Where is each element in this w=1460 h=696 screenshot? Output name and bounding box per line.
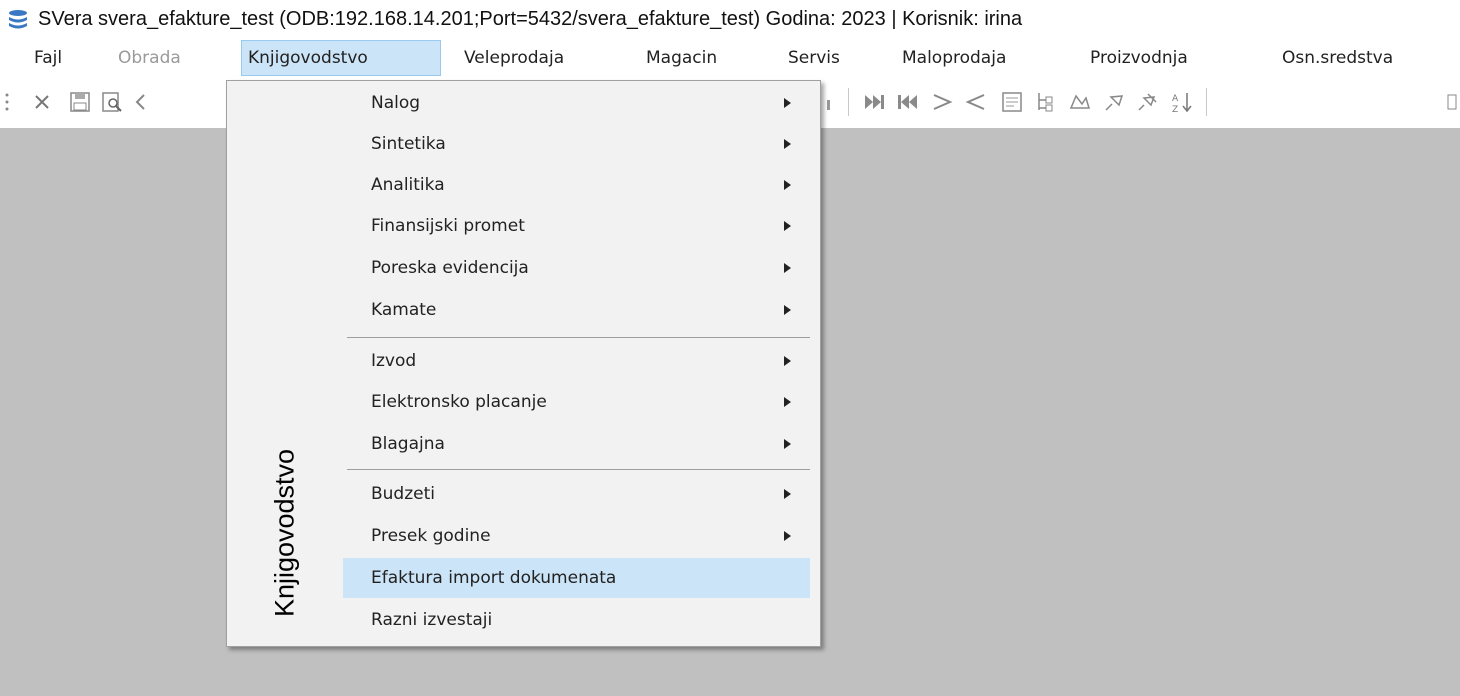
grip-icon[interactable]	[2, 90, 12, 114]
submenu-arrow-icon	[784, 489, 791, 499]
menu-separator	[347, 469, 810, 470]
submenu-arrow-icon	[784, 139, 791, 149]
document-icon[interactable]	[1000, 90, 1024, 114]
save-icon[interactable]	[68, 90, 92, 114]
menu-item-efaktura-import[interactable]: Efaktura import dokumenata	[343, 558, 810, 598]
menu-item-blagajna[interactable]: Blagajna	[343, 424, 810, 464]
menu-item-sintetika[interactable]: Sintetika	[343, 124, 810, 164]
svg-text:A: A	[1172, 94, 1179, 104]
menu-obrada[interactable]: Obrada	[112, 40, 187, 76]
menu-veleprodaja[interactable]: Veleprodaja	[458, 40, 570, 76]
menu-side-band: Knjigovodstvo	[227, 81, 343, 646]
menu-item-label: Nalog	[371, 93, 421, 113]
menu-fajl[interactable]: Fajl	[28, 40, 68, 76]
submenu-arrow-icon	[784, 439, 791, 449]
menu-item-label: Razni izvestaji	[371, 610, 493, 630]
menu-bar: Fajl Obrada Knjigovodstvo Veleprodaja Ma…	[0, 40, 1460, 76]
menu-item-label: Finansijski promet	[371, 216, 525, 236]
toolbar-separator	[1206, 88, 1207, 116]
submenu-arrow-icon	[784, 397, 791, 407]
menu-item-izvod[interactable]: Izvod	[343, 341, 810, 381]
tree-icon[interactable]	[1034, 90, 1058, 114]
back-icon[interactable]	[130, 90, 154, 114]
menu-item-label: Sintetika	[371, 134, 446, 154]
menu-magacin[interactable]: Magacin	[640, 40, 723, 76]
menu-separator	[347, 337, 810, 338]
menu-item-label: Efaktura import dokumenata	[371, 568, 617, 588]
menu-item-budzeti[interactable]: Budzeti	[343, 474, 810, 514]
menu-item-finansijski-promet[interactable]: Finansijski promet	[343, 206, 810, 246]
menu-item-nalog[interactable]: Nalog	[343, 83, 810, 123]
menu-item-label: Budzeti	[371, 484, 435, 504]
more-icon[interactable]	[1444, 90, 1458, 114]
less-icon[interactable]	[964, 90, 988, 114]
menu-item-label: Kamate	[371, 300, 437, 320]
menu-proizvodnja[interactable]: Proizvodnja	[1084, 40, 1194, 76]
image-icon[interactable]	[1068, 90, 1092, 114]
menu-item-label: Izvod	[371, 351, 417, 371]
menu-side-label: Knjigovodstvo	[269, 448, 300, 618]
submenu-arrow-icon	[784, 98, 791, 108]
menu-item-label: Elektronsko placanje	[371, 392, 547, 412]
menu-item-razni-izvestaji[interactable]: Razni izvestaji	[343, 600, 810, 640]
menu-item-label: Poreska evidencija	[371, 258, 529, 278]
close-icon[interactable]	[30, 90, 54, 114]
menu-item-label: Analitika	[371, 175, 445, 195]
pin-icon[interactable]	[1102, 90, 1126, 114]
submenu-arrow-icon	[784, 180, 791, 190]
menu-item-label: Blagajna	[371, 434, 445, 454]
submenu-arrow-icon	[784, 263, 791, 273]
submenu-arrow-icon	[784, 531, 791, 541]
menu-item-analitika[interactable]: Analitika	[343, 165, 810, 205]
first-record-icon[interactable]	[896, 90, 920, 114]
submenu-arrow-icon	[784, 305, 791, 315]
toolbar-separator	[848, 88, 849, 116]
print-preview-icon[interactable]	[100, 90, 124, 114]
menu-knjigovodstvo[interactable]: Knjigovodstvo	[241, 40, 441, 76]
greater-icon[interactable]	[930, 90, 954, 114]
sort-az-icon[interactable]: A Z	[1170, 90, 1194, 114]
title-bar: SVera svera_efakture_test (ODB:192.168.1…	[0, 0, 1460, 40]
chart-icon[interactable]	[824, 90, 848, 114]
last-record-icon[interactable]	[862, 90, 886, 114]
multi-pin-icon[interactable]	[1136, 90, 1160, 114]
window-title: SVera svera_efakture_test (ODB:192.168.1…	[38, 8, 1023, 30]
menu-servis[interactable]: Servis	[782, 40, 846, 76]
menu-osn-sredstva[interactable]: Osn.sredstva	[1276, 40, 1399, 76]
submenu-arrow-icon	[784, 356, 791, 366]
database-icon	[9, 10, 27, 29]
menu-item-elektronsko-placanje[interactable]: Elektronsko placanje	[343, 382, 810, 422]
menu-item-kamate[interactable]: Kamate	[343, 290, 810, 330]
menu-maloprodaja[interactable]: Maloprodaja	[896, 40, 1012, 76]
svg-text:Z: Z	[1172, 105, 1178, 114]
menu-item-poreska-evidencija[interactable]: Poreska evidencija	[343, 248, 810, 288]
knjigovodstvo-dropdown: Knjigovodstvo Nalog Sintetika Analitika …	[226, 80, 821, 647]
submenu-arrow-icon	[784, 221, 791, 231]
menu-item-label: Presek godine	[371, 526, 491, 546]
menu-item-presek-godine[interactable]: Presek godine	[343, 516, 810, 556]
